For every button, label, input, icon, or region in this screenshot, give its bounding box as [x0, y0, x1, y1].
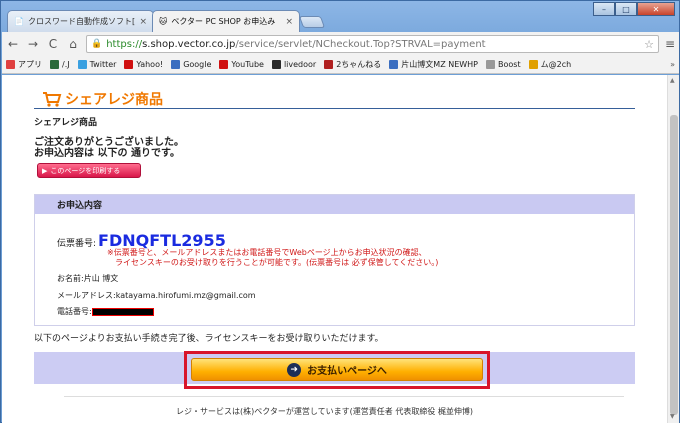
thanks-line-1: ご注文ありがとうございました。 [34, 137, 184, 148]
browser-toolbar: ← → C ⌂ 🔒 https://s.shop.vector.co.jp/se… [2, 32, 679, 56]
name-label: お名前: [57, 274, 84, 283]
url-host: s.shop.vector.co.jp [142, 38, 236, 50]
address-bar[interactable]: 🔒 https://s.shop.vector.co.jp/service/se… [86, 35, 659, 53]
bookmark-favicon-icon [50, 60, 59, 69]
tab-strip: 📄 クロスワード自動作成ソフト[ク × 🐱 ベクター PC SHOP お申込み … [1, 1, 679, 32]
order-id-note: ※伝票番号と、メールアドレスまたはお電話番号でWebページ上からお申込状況の確認… [107, 248, 438, 267]
bookmark-label: Boost [498, 60, 521, 69]
thanks-line-2: お申込内容は 以下の 通りです。 [34, 148, 180, 159]
bookmark-item[interactable]: 片山博文MZ NEWHP [389, 59, 478, 70]
bookmark-favicon-icon [219, 60, 229, 69]
bookmark-star-icon[interactable]: ☆ [644, 38, 654, 51]
play-arrow-icon: ▶ [42, 166, 48, 175]
order-details-header: お申込内容 [35, 195, 634, 214]
bookmark-item[interactable]: 2ちゃんねる [324, 59, 381, 70]
footer-text: レジ・サービスは(株)ベクターが運営しています(運営責任者 代表取締役 梶並伸博… [176, 407, 474, 416]
back-button[interactable]: ← [6, 37, 20, 51]
window-controls: – □ ✕ [593, 2, 675, 16]
thank-you-message: ご注文ありがとうございました。 お申込内容は 以下の 通りです。 [34, 137, 184, 159]
page-content: シェアレジ商品 シェアレジ商品 ご注文ありがとうございました。 お申込内容は 以… [2, 75, 667, 423]
divider [34, 108, 635, 109]
email-value: katayama.hirofumi.mz@gmail.com [115, 291, 256, 300]
order-details-panel: お申込内容 伝票番号: FDNQFTL2955 ※伝票番号と、メールアドレスまた… [34, 194, 635, 326]
bookmark-item[interactable]: /.J [50, 60, 70, 69]
bookmark-favicon-icon [486, 60, 496, 69]
shopping-cart-icon [43, 92, 62, 107]
bookmark-favicon-icon [528, 60, 538, 69]
maximize-button[interactable]: □ [615, 2, 637, 16]
print-button-label: このページを印刷する [50, 166, 121, 175]
browser-window: 📄 クロスワード自動作成ソフト[ク × 🐱 ベクター PC SHOP お申込み … [0, 0, 680, 423]
bookmark-label: Yahoo! [136, 60, 164, 69]
bookmark-item[interactable]: Yahoo! [124, 60, 163, 69]
tab-label: クロスワード自動作成ソフト[ク [27, 17, 136, 26]
bookmark-label: YouTube [231, 60, 264, 69]
bookmark-item[interactable]: Twitter [77, 60, 117, 69]
bookmark-item[interactable]: Boost [486, 60, 521, 69]
section-title: シェアレジ商品 [34, 118, 98, 128]
url-path: /service/servlet/NCheckout.Top?STRVAL=pa… [235, 38, 486, 50]
note-line-1: ※伝票番号と、メールアドレスまたはお電話番号でWebページ上からお申込状況の確認… [107, 248, 427, 257]
bookmark-label: アプリ [18, 60, 42, 69]
vector-favicon-icon: 🐱 [159, 17, 168, 26]
bookmarks-bar: アプリ /.J Twitter Yahoo! Google YouTube livedoor… [2, 56, 679, 74]
tab-label: ベクター PC SHOP お申込み [171, 17, 276, 26]
minimize-button[interactable]: – [593, 2, 615, 16]
bookmark-item[interactable]: Google [171, 60, 211, 69]
bookmark-favicon-icon [6, 60, 15, 69]
home-button[interactable]: ⌂ [66, 37, 80, 51]
bookmark-label: livedoor [283, 60, 317, 69]
redacted-phone [91, 307, 154, 316]
name-value: 片山 博文 [83, 274, 119, 283]
vertical-scrollbar[interactable]: ▲ ▼ [667, 75, 679, 423]
page-icon: 📄 [14, 17, 24, 26]
arrow-right-icon: ➜ [287, 362, 302, 377]
bookmark-favicon-icon [77, 60, 87, 69]
bookmark-favicon-icon [171, 60, 181, 69]
menu-icon[interactable]: ≡ [665, 37, 675, 51]
forward-button[interactable]: → [26, 37, 40, 51]
print-page-button[interactable]: ▶ このページを印刷する [37, 163, 141, 178]
bookmark-favicon-icon [389, 60, 399, 69]
bookmark-item[interactable]: ム@2ch [528, 59, 572, 70]
reload-button[interactable]: C [46, 37, 60, 51]
bookmark-item[interactable]: YouTube [219, 60, 264, 69]
phone-label: 電話番号: [57, 307, 92, 316]
bookmark-label: 片山博文MZ NEWHP [401, 60, 479, 69]
payment-button-label: お支払いページへ [307, 366, 387, 377]
note-line-2: ライセンスキーのお受け取りを行うことが可能です。(伝票番号は 必ず保管してくださ… [115, 257, 439, 267]
tab-close-icon[interactable]: × [285, 17, 293, 27]
bookmark-label: ム@2ch [540, 60, 572, 69]
close-window-button[interactable]: ✕ [637, 2, 675, 16]
brand-title: シェアレジ商品 [65, 92, 163, 108]
bookmark-label: Google [183, 60, 212, 69]
bookmark-label: /.J [62, 60, 70, 69]
bookmark-item[interactable]: livedoor [271, 60, 317, 69]
scroll-up-icon[interactable]: ▲ [670, 77, 675, 84]
bookmark-label: Twitter [89, 60, 117, 69]
phone-row: 電話番号: [57, 306, 154, 317]
divider [64, 396, 624, 397]
payment-instruction: 以下のページよりお支払い手続き完了後、ライセンスキーをお受け取りいただけます。 [34, 334, 384, 344]
bookmark-favicon-icon [324, 60, 334, 69]
new-tab-button[interactable] [298, 16, 326, 28]
lock-icon: 🔒 [91, 39, 103, 49]
tab-close-icon[interactable]: × [139, 17, 147, 27]
order-id-label: 伝票番号: [57, 239, 97, 249]
tab-vector-shop[interactable]: 🐱 ベクター PC SHOP お申込み × [152, 10, 300, 32]
bookmark-label: 2ちゃんねる [336, 60, 382, 69]
email-label: メールアドレス: [57, 291, 116, 300]
go-to-payment-button[interactable]: ➜ お支払いページへ [191, 358, 483, 381]
brand-header: シェアレジ商品 [42, 89, 163, 109]
scroll-down-icon[interactable]: ▼ [670, 413, 675, 420]
bookmark-favicon-icon [271, 60, 281, 69]
email-row: メールアドレス:katayama.hirofumi.mz@gmail.com [57, 290, 256, 301]
url-scheme: https:// [106, 38, 143, 50]
bookmark-item[interactable]: アプリ [6, 59, 42, 70]
bookmarks-overflow-button[interactable]: » [670, 60, 675, 69]
tab-crossword[interactable]: 📄 クロスワード自動作成ソフト[ク × [7, 10, 154, 32]
name-row: お名前:片山 博文 [57, 273, 118, 284]
scroll-thumb[interactable] [670, 115, 678, 415]
bookmark-favicon-icon [124, 60, 134, 69]
